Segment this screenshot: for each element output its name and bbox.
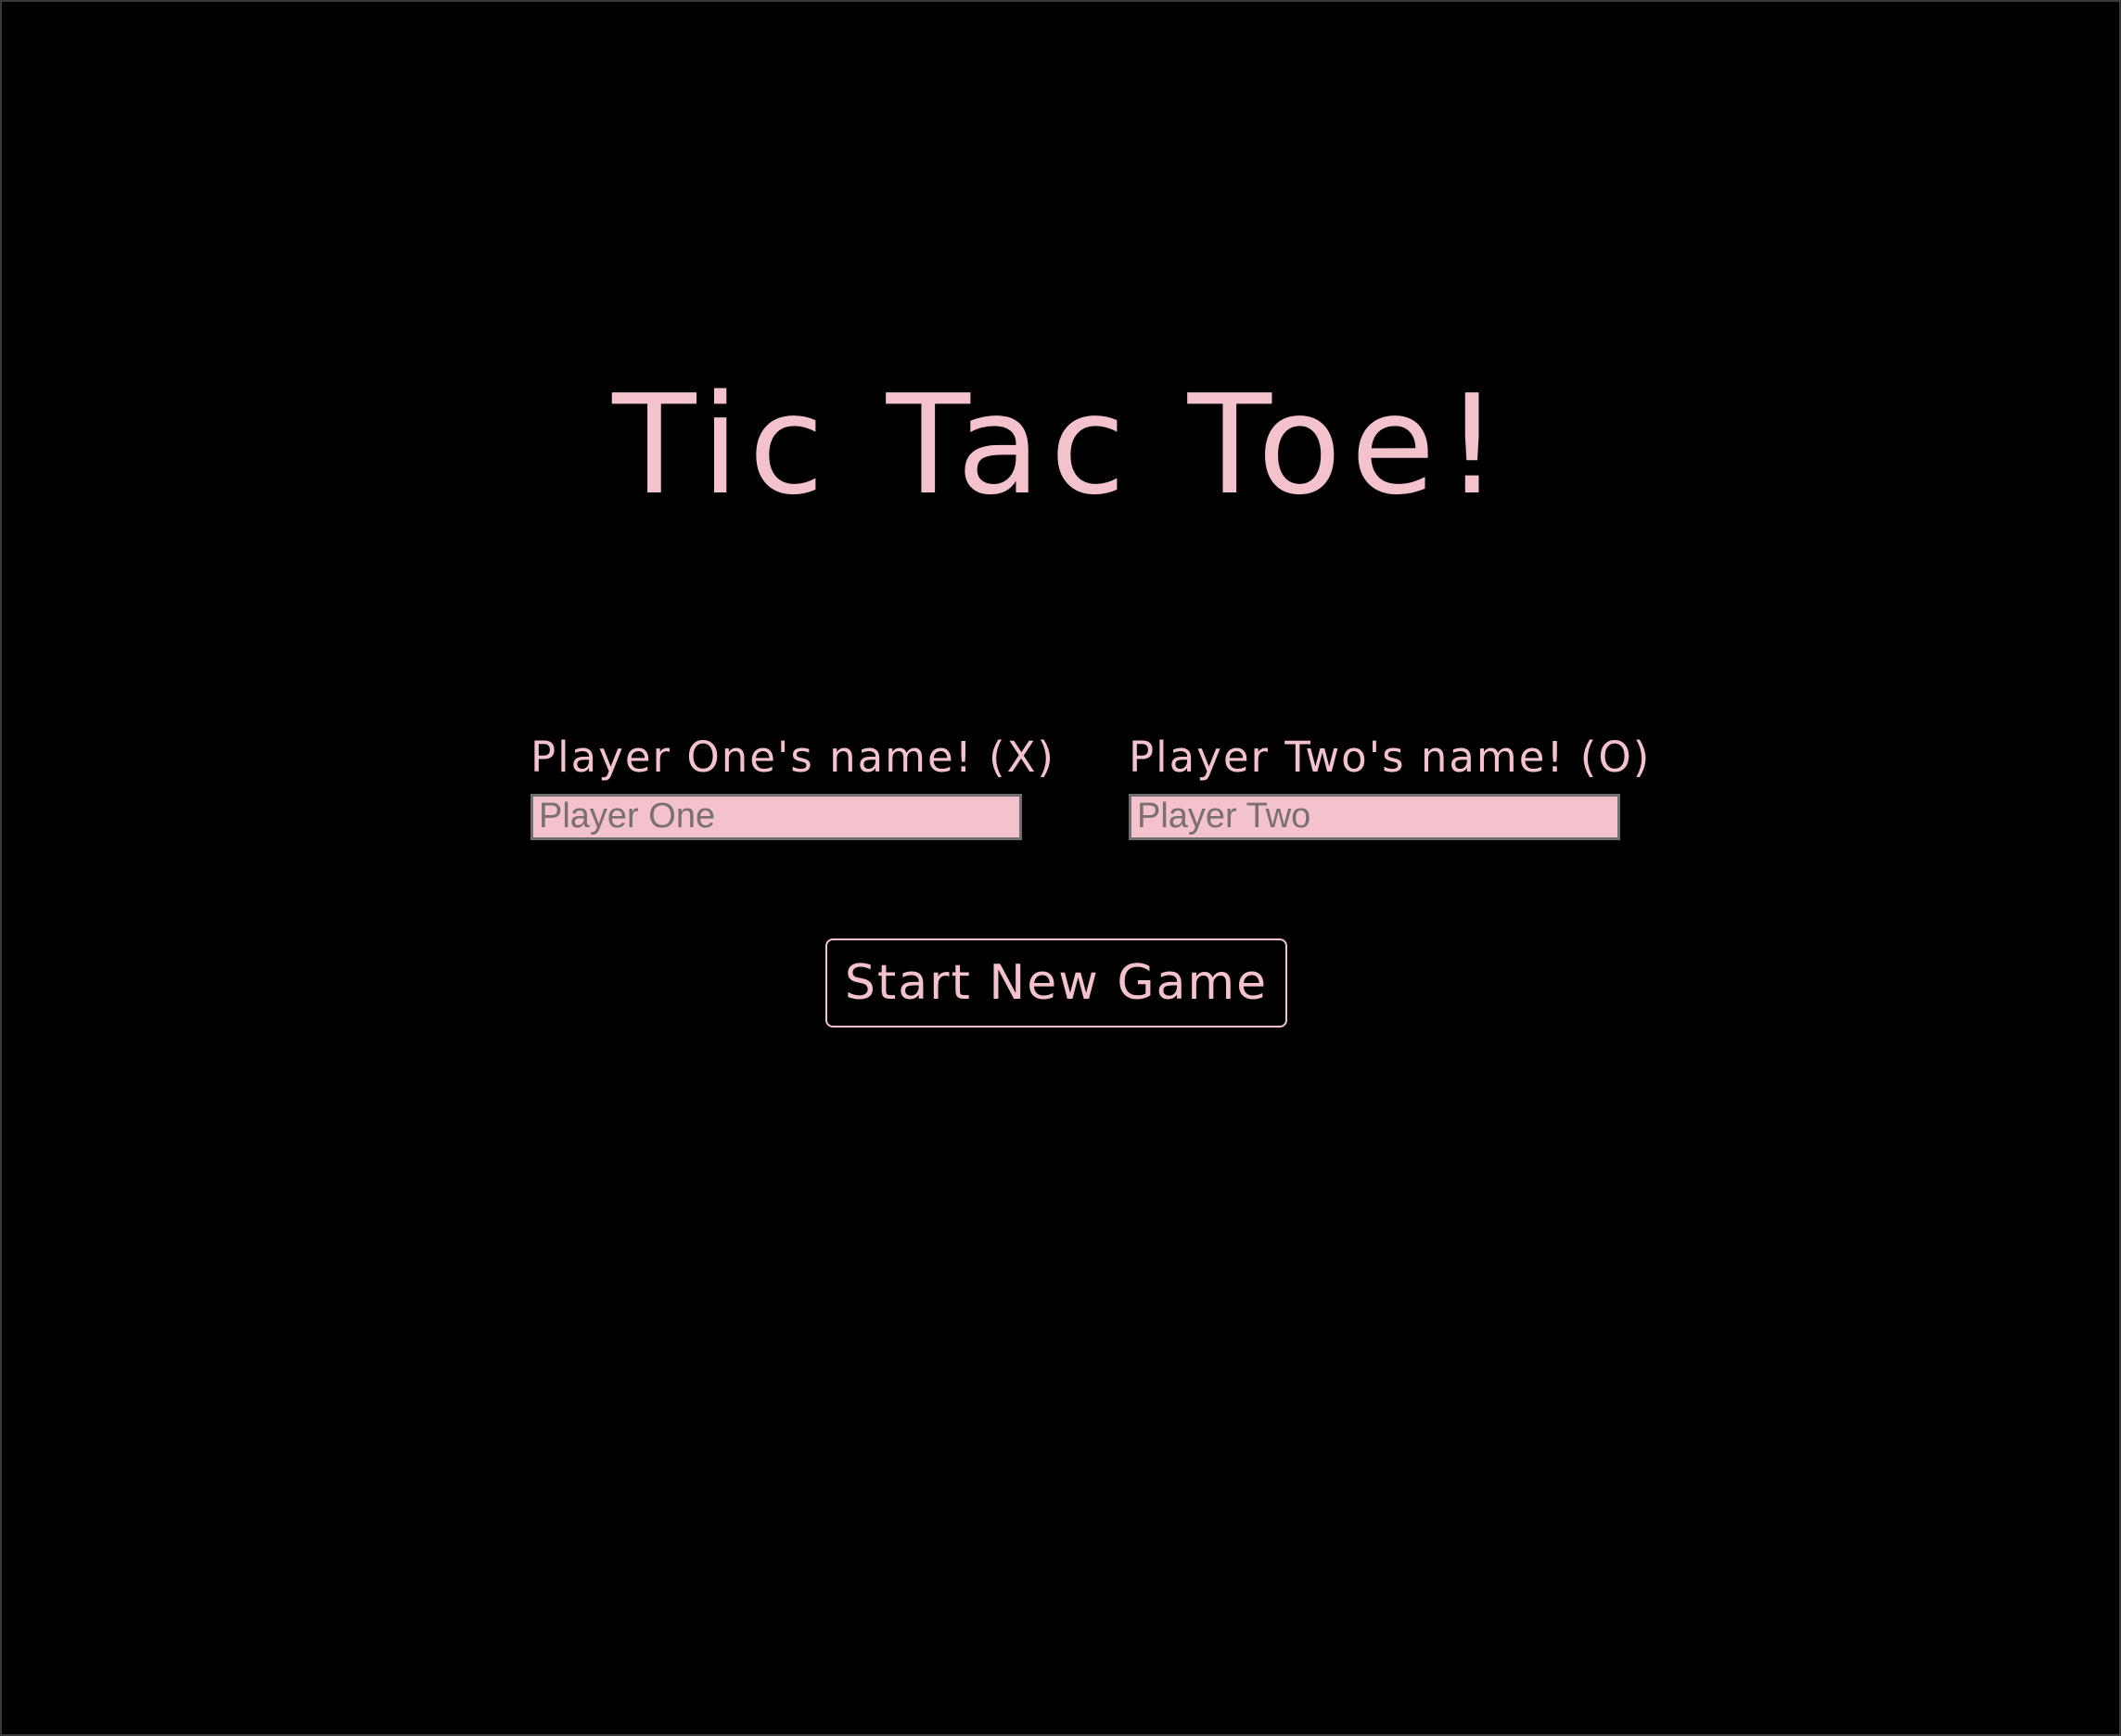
page-title: Tic Tac Toe! bbox=[612, 365, 1509, 525]
player-one-name-input[interactable] bbox=[530, 793, 1022, 840]
player-two-name-input[interactable] bbox=[1129, 793, 1620, 840]
player-one-field-group: Player One's name! (X) bbox=[530, 734, 1055, 840]
setup-screen: Tic Tac Toe! Player One's name! (X) Play… bbox=[0, 0, 2121, 1736]
start-new-game-button[interactable]: Start New Game bbox=[825, 938, 1287, 1028]
player-two-field-group: Player Two's name! (O) bbox=[1129, 734, 1651, 840]
player-two-label: Player Two's name! (O) bbox=[1129, 733, 1652, 782]
player-one-label: Player One's name! (X) bbox=[530, 733, 1055, 782]
